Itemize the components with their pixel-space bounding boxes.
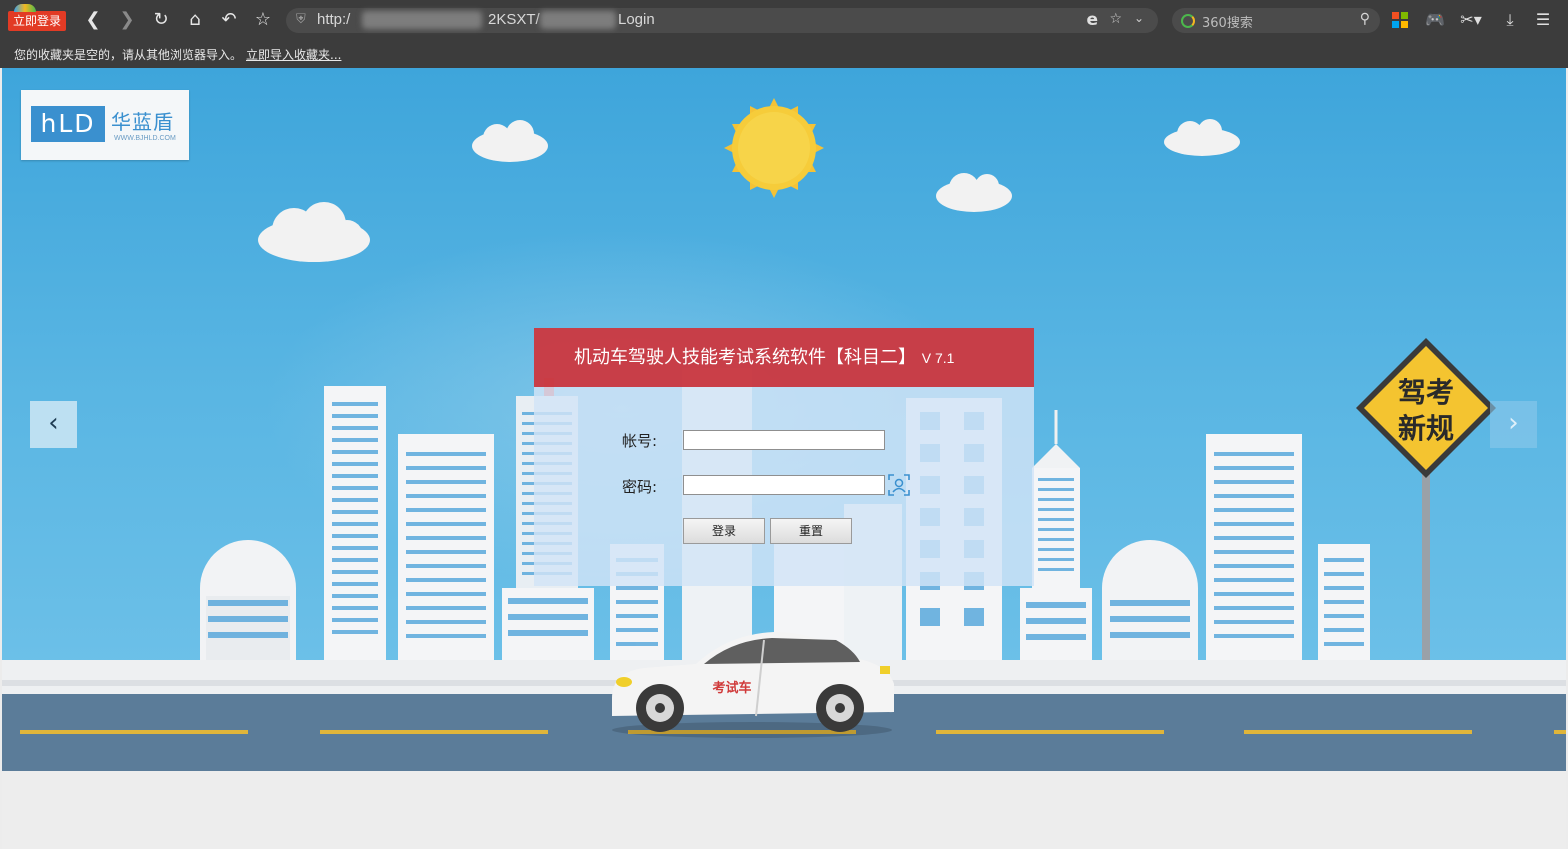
- menu-icon[interactable]: ☰: [1532, 9, 1554, 31]
- cloud-icon: [936, 173, 1012, 212]
- favorite-star-icon[interactable]: ☆: [1109, 11, 1122, 27]
- login-badge-button[interactable]: 立即登录: [8, 4, 67, 31]
- apps-grid-icon[interactable]: [1392, 12, 1408, 28]
- carousel-prev-button[interactable]: ‹: [30, 401, 77, 448]
- cloud-icon: [472, 120, 548, 162]
- login-title: 机动车驾驶人技能考试系统软件【科目二】 V 7.1: [574, 343, 954, 369]
- login-header: 机动车驾驶人技能考试系统软件【科目二】 V 7.1: [534, 328, 1034, 387]
- security-shield-icon: ⛨: [296, 12, 306, 27]
- search-engine-icon: [1181, 14, 1195, 28]
- reset-button[interactable]: 重置: [770, 518, 852, 544]
- login-badge-label: 立即登录: [13, 14, 62, 28]
- password-input[interactable]: [683, 475, 885, 495]
- logo-name: 华蓝盾: [111, 110, 174, 134]
- lane-marking: [1244, 730, 1472, 734]
- lane-marking: [20, 730, 248, 734]
- url-redacted-segment: [540, 11, 616, 29]
- favorites-empty-notice: 您的收藏夹是空的，请从其他浏览器导入。: [14, 48, 243, 62]
- forward-icon[interactable]: ❯: [116, 9, 138, 31]
- exam-car: 考试车: [612, 632, 894, 738]
- browser-logo-icon: [14, 4, 36, 12]
- download-icon[interactable]: ⤓: [1499, 9, 1521, 31]
- home-icon[interactable]: ⌂: [184, 9, 206, 31]
- browser-toolbar: 立即登录 ❮ ❯ ↻ ⌂ ↶ ☆ ⛨ http:/ 2KSXT/ Login e…: [0, 0, 1568, 40]
- company-logo: hLD 华蓝盾 WWW.BJHLD.COM: [21, 90, 189, 160]
- cloud-icon: [1164, 119, 1240, 156]
- screenshot-scissors-icon[interactable]: ✂▾: [1460, 9, 1482, 31]
- car-label: 考试车: [712, 680, 751, 696]
- url-middle: 2KSXT/: [488, 11, 540, 28]
- search-box[interactable]: 360搜索 ⚲: [1172, 8, 1380, 33]
- sign-line2: 新规: [1398, 412, 1454, 445]
- version-label: V 7.1: [921, 350, 955, 366]
- cloud-icon: [258, 202, 370, 262]
- login-panel: 机动车驾驶人技能考试系统软件【科目二】 V 7.1 帐号: 密码: 登录 重置: [534, 328, 1034, 586]
- login-page: 驾考 新规 考试车 hLD 华蓝盾 WWW.BJHLD.COM ‹ › 机动车驾…: [2, 68, 1566, 849]
- bookmark-star-icon[interactable]: ☆: [252, 9, 274, 31]
- browser-chrome: 立即登录 ❮ ❯ ↻ ⌂ ↶ ☆ ⛨ http:/ 2KSXT/ Login e…: [0, 0, 1568, 68]
- logo-mark: hLD: [31, 106, 105, 142]
- carousel-next-button[interactable]: ›: [1490, 401, 1537, 448]
- account-label: 帐号:: [622, 432, 658, 450]
- password-label: 密码:: [622, 478, 658, 496]
- search-icon[interactable]: ⚲: [1360, 11, 1370, 27]
- import-favorites-link[interactable]: 立即导入收藏夹...: [246, 46, 341, 63]
- url-prefix: http:/: [317, 11, 351, 28]
- favorites-bar: 您的收藏夹是空的，请从其他浏览器导入。 立即导入收藏夹...: [0, 40, 1568, 68]
- login-button[interactable]: 登录: [683, 518, 765, 544]
- logo-url: WWW.BJHLD.COM: [114, 135, 176, 142]
- chevron-left-icon: ‹: [48, 408, 59, 438]
- reload-icon[interactable]: ↻: [150, 9, 172, 31]
- page-footer-area: [2, 771, 1566, 849]
- lane-marking: [1554, 730, 1566, 734]
- sign-line1: 驾考: [1398, 376, 1454, 409]
- url-tail: Login: [618, 11, 655, 28]
- login-title-text: 机动车驾驶人技能考试系统软件【科目二】: [574, 347, 916, 368]
- ie-mode-icon[interactable]: e: [1086, 10, 1098, 30]
- face-recognition-icon[interactable]: [888, 474, 910, 496]
- account-input[interactable]: [683, 430, 885, 450]
- sun-icon: [724, 98, 824, 198]
- chevron-right-icon: ›: [1508, 408, 1519, 438]
- back-icon[interactable]: ❮: [82, 9, 104, 31]
- game-icon[interactable]: 🎮: [1424, 9, 1446, 31]
- lane-marking: [936, 730, 1164, 734]
- url-redacted-segment: [362, 11, 482, 29]
- chevron-down-icon[interactable]: ⌄: [1134, 11, 1144, 25]
- search-placeholder: 360搜索: [1202, 16, 1253, 31]
- lane-marking: [320, 730, 548, 734]
- address-bar[interactable]: ⛨ http:/ 2KSXT/ Login e ☆ ⌄: [286, 8, 1158, 33]
- undo-close-icon[interactable]: ↶: [218, 9, 240, 31]
